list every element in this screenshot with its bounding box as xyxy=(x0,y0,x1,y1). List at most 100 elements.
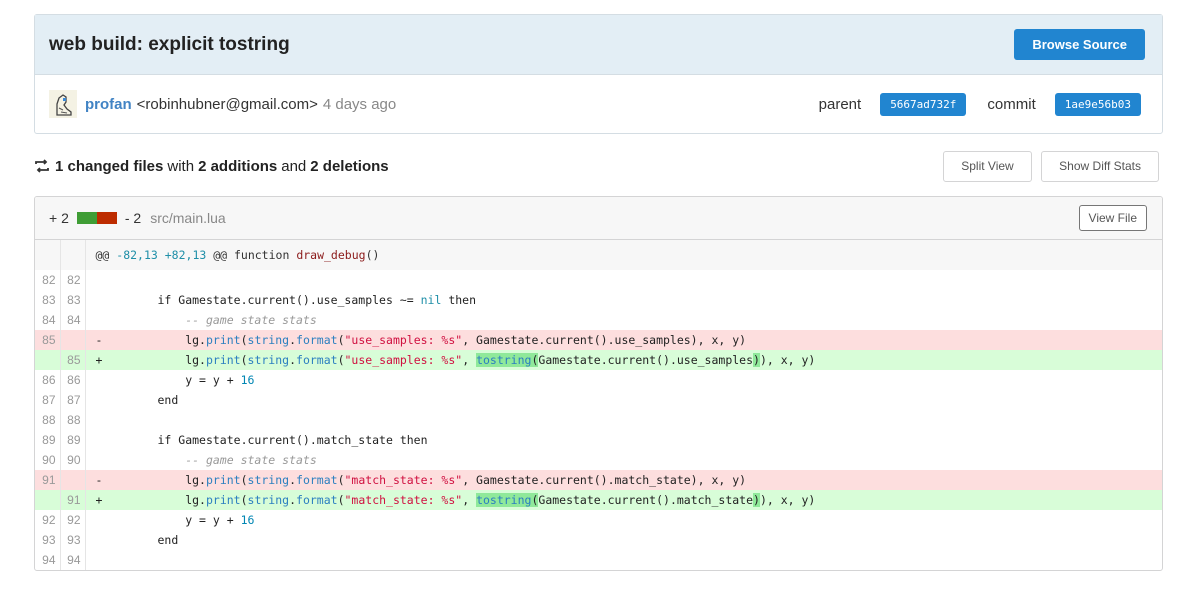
old-line-number[interactable]: 93 xyxy=(35,530,61,550)
stats-with: with xyxy=(167,157,195,175)
diff-line-ctx: 83 83 if Gamestate.current().use_samples ~… xyxy=(35,290,1162,310)
code-line: + lg.print(string.format("match_state: %… xyxy=(85,490,1162,510)
diff-sign: + xyxy=(95,353,103,367)
author-name-link[interactable]: profan xyxy=(85,96,132,113)
commit-label: commit xyxy=(987,95,1036,113)
new-line-number[interactable]: 84 xyxy=(60,310,86,330)
new-line-number[interactable]: 82 xyxy=(60,270,86,290)
hunk-header-row: @@ -82,13 +82,13 @@ function draw_debug(… xyxy=(35,240,1162,270)
diff-icon xyxy=(35,159,49,173)
code-line: y = y + 16 xyxy=(157,373,255,387)
diff-line-ctx: 82 82 xyxy=(35,270,1162,290)
show-diff-stats-button[interactable]: Show Diff Stats xyxy=(1041,150,1159,182)
hunk-header: @@ -82,13 +82,13 @@ function draw_debug(… xyxy=(85,240,1162,270)
code-line: if Gamestate.current().use_samples ~= ni… xyxy=(157,293,477,307)
commit-time: 4 days ago xyxy=(322,95,397,113)
diff-line-add: 85 + lg.print(string.format("use_samples:… xyxy=(35,350,1162,370)
code-line: end xyxy=(157,393,179,407)
new-line-number[interactable]: 90 xyxy=(60,450,86,470)
file-additions: + 2 xyxy=(49,210,69,226)
code-line: -- game state stats xyxy=(157,313,317,327)
diff-line-del: 91 - lg.print(string.format("match_state:… xyxy=(35,470,1162,490)
new-line-number[interactable]: 94 xyxy=(60,550,86,570)
diff-sign: + xyxy=(95,493,103,507)
diff-summary: 1 changed files with 2 additions and 2 d… xyxy=(34,158,389,175)
new-line-number[interactable]: 92 xyxy=(60,510,86,530)
code-line: y = y + 16 xyxy=(157,513,255,527)
old-line-number[interactable]: 87 xyxy=(35,390,61,410)
diff-line-del: 85 - lg.print(string.format("use_samples:… xyxy=(35,330,1162,350)
commit-title: web build: explicit tostring xyxy=(49,33,290,55)
split-view-button[interactable]: Split View xyxy=(943,150,1032,182)
diff-line-ctx: 93 93 end xyxy=(35,530,1162,550)
diff-line-ctx: 94 94 xyxy=(35,550,1162,570)
commit-title-bar: web build: explicit tostring Browse Sour… xyxy=(35,15,1162,75)
view-options: Split View Show Diff Stats xyxy=(938,150,1159,182)
code-line: -- game state stats xyxy=(157,453,317,467)
diff-sign: - xyxy=(95,333,103,347)
new-line-number[interactable]: 89 xyxy=(60,430,86,450)
old-line-number[interactable]: 82 xyxy=(35,270,61,290)
diff-stat-bar xyxy=(76,212,117,224)
avatar[interactable] xyxy=(49,90,77,118)
old-line-number[interactable]: 91 xyxy=(35,470,61,490)
old-line-number[interactable]: 94 xyxy=(35,550,61,570)
commit-meta: profan <robinhubner@gmail.com> 4 days ag… xyxy=(35,75,1162,133)
author-email: <robinhubner@gmail.com> xyxy=(136,95,318,113)
code-line: - lg.print(string.format("match_state: %… xyxy=(85,470,1162,490)
new-line-number[interactable]: 86 xyxy=(60,370,86,390)
stats-and: and xyxy=(281,157,307,175)
new-line-number[interactable]: 91 xyxy=(60,490,86,510)
parent-sha-link[interactable]: 5667ad732f xyxy=(880,92,967,116)
old-line-number[interactable]: 84 xyxy=(35,310,61,330)
commit-header-card: web build: explicit tostring Browse Sour… xyxy=(34,14,1163,134)
diff-line-ctx: 88 88 xyxy=(35,410,1162,430)
diff-line-add: 91 + lg.print(string.format("match_state:… xyxy=(35,490,1162,510)
sha-info: parent 5667ad732f commit 1ae9e56b03 xyxy=(818,92,1141,116)
old-line-number[interactable] xyxy=(35,490,61,510)
avatar-image-icon xyxy=(49,90,77,118)
code-line: + lg.print(string.format("use_samples: %… xyxy=(85,350,1162,370)
new-line-number[interactable] xyxy=(60,330,86,350)
old-line-number[interactable]: 86 xyxy=(35,370,61,390)
diff-line-ctx: 86 86 y = y + 16 xyxy=(35,370,1162,390)
file-diff-header: + 2 - 2 src/main.lua View File xyxy=(35,197,1162,240)
file-deletions: - 2 xyxy=(124,210,142,226)
file-diff: + 2 - 2 src/main.lua View File @@ -82,13… xyxy=(34,196,1163,571)
code-line: if Gamestate.current().match_state then xyxy=(157,433,428,447)
code-line: - lg.print(string.format("use_samples: %… xyxy=(85,330,1162,350)
code-line xyxy=(85,550,1162,570)
diff-stat-bar-deletions xyxy=(96,212,117,224)
new-line-number[interactable]: 93 xyxy=(60,530,86,550)
commit-sha-link[interactable]: 1ae9e56b03 xyxy=(1054,92,1141,116)
code-line xyxy=(85,410,1162,430)
diff-table: @@ -82,13 +82,13 @@ function draw_debug(… xyxy=(35,240,1162,570)
code-line xyxy=(85,270,1162,290)
old-line-number[interactable]: 90 xyxy=(35,450,61,470)
diff-line-ctx: 87 87 end xyxy=(35,390,1162,410)
code-line: end xyxy=(157,533,179,547)
old-line-number[interactable]: 89 xyxy=(35,430,61,450)
author-info: profan <robinhubner@gmail.com> 4 days ag… xyxy=(49,90,396,118)
parent-label: parent xyxy=(818,95,862,113)
diff-stats-bar: 1 changed files with 2 additions and 2 d… xyxy=(34,150,1159,182)
new-line-number[interactable]: 83 xyxy=(60,290,86,310)
new-line-number[interactable]: 88 xyxy=(60,410,86,430)
file-path: src/main.lua xyxy=(150,210,226,226)
old-line-number[interactable]: 88 xyxy=(35,410,61,430)
old-line-number[interactable]: 85 xyxy=(35,330,61,350)
diff-sign: - xyxy=(95,473,103,487)
file-info: + 2 - 2 src/main.lua xyxy=(49,210,226,226)
additions-count: 2 additions xyxy=(198,157,278,175)
new-line-number[interactable]: 85 xyxy=(60,350,86,370)
diff-line-ctx: 84 84 -- game state stats xyxy=(35,310,1162,330)
diff-line-ctx: 92 92 y = y + 16 xyxy=(35,510,1162,530)
view-file-button[interactable]: View File xyxy=(1078,205,1147,231)
old-line-number[interactable]: 83 xyxy=(35,290,61,310)
old-line-number[interactable] xyxy=(35,350,61,370)
browse-source-button[interactable]: Browse Source xyxy=(1014,29,1145,60)
new-line-number[interactable] xyxy=(60,470,86,490)
deletions-count: 2 deletions xyxy=(310,157,389,175)
old-line-number[interactable]: 92 xyxy=(35,510,61,530)
new-line-number[interactable]: 87 xyxy=(60,390,86,410)
